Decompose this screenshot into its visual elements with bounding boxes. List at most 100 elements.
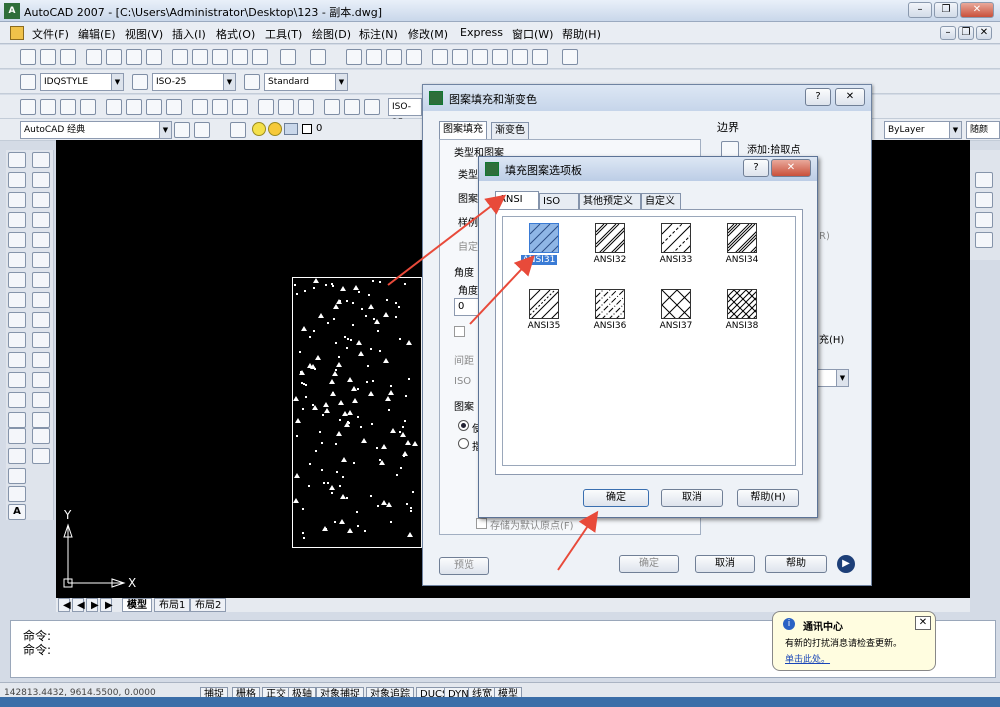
tab-layout1[interactable]: 布局1 [154, 598, 191, 612]
spline-icon[interactable] [8, 312, 26, 328]
diameter-icon[interactable] [146, 99, 162, 115]
calculator-icon[interactable] [532, 49, 548, 65]
store-default-checkbox[interactable] [476, 518, 487, 529]
tab-layout2[interactable]: 布局2 [190, 598, 227, 612]
block-editor-icon[interactable] [252, 49, 268, 65]
jogged-icon[interactable] [126, 99, 142, 115]
origin-use-radio[interactable] [458, 420, 469, 431]
array-icon[interactable] [32, 232, 50, 248]
menu-format[interactable]: 格式(O) [216, 26, 255, 42]
gradient-icon[interactable] [8, 448, 26, 464]
help-icon[interactable] [562, 49, 578, 65]
balloon-close-button[interactable]: ✕ [915, 616, 931, 630]
pattern-ansi31[interactable] [529, 223, 559, 253]
explode-icon[interactable] [32, 448, 50, 464]
make-block-icon[interactable] [8, 392, 26, 408]
pattern-ansi37[interactable] [661, 289, 691, 319]
trim-icon[interactable] [32, 332, 50, 348]
copy-object-icon[interactable] [32, 172, 50, 188]
text-style-combo[interactable]: IDQSTYLE ▼ [40, 73, 124, 91]
double-checkbox[interactable] [454, 326, 465, 337]
menu-dimension[interactable]: 标注(N) [359, 26, 398, 42]
continue-icon[interactable] [232, 99, 248, 115]
pattern-ansi35[interactable] [529, 289, 559, 319]
region-icon[interactable] [8, 468, 26, 484]
dialog-ok-button[interactable]: 确定 [619, 555, 679, 573]
dim-edit-icon[interactable] [324, 99, 340, 115]
dim-text-edit-icon[interactable] [344, 99, 360, 115]
pattern-ansi38[interactable] [727, 289, 757, 319]
send-back-icon[interactable] [975, 232, 993, 248]
plot-preview-icon[interactable] [106, 49, 122, 65]
preview-button[interactable]: 预览 [439, 557, 489, 575]
fillet-icon[interactable] [32, 428, 50, 444]
polygon-icon[interactable] [8, 212, 26, 228]
tab-model[interactable]: 模型 [122, 598, 152, 612]
leader-icon[interactable] [258, 99, 274, 115]
doc-restore-button[interactable]: ❐ [958, 26, 974, 40]
dim-style-icon[interactable] [132, 74, 148, 90]
workspace-combo[interactable]: AutoCAD 经典 ▼ [20, 121, 172, 139]
rotate-icon[interactable] [32, 272, 50, 288]
sheet-set-icon[interactable] [492, 49, 508, 65]
tab-hatch[interactable]: 图案填充 [439, 121, 487, 140]
island-combo[interactable]: ▼ [815, 369, 849, 387]
dim-style-combo[interactable]: ISO-25 ▼ [152, 73, 236, 91]
zoom-realtime-icon[interactable] [366, 49, 382, 65]
line-icon[interactable] [8, 152, 26, 168]
ellipse-arc-icon[interactable] [8, 352, 26, 368]
hatch-icon[interactable] [8, 428, 26, 444]
table-style-combo[interactable]: Standard ▼ [264, 73, 348, 91]
menu-express[interactable]: Express [460, 26, 503, 39]
quick-dim-icon[interactable] [192, 99, 208, 115]
close-button[interactable]: ✕ [960, 2, 994, 18]
palette-close-button[interactable]: ✕ [771, 159, 811, 177]
balloon-link[interactable]: 单击此处。 [785, 652, 830, 665]
new-icon[interactable] [20, 49, 36, 65]
pan-icon[interactable] [346, 49, 362, 65]
copy-icon[interactable] [192, 49, 208, 65]
help-question-button[interactable]: ? [805, 88, 831, 106]
dim-update-icon[interactable] [364, 99, 380, 115]
restore-button[interactable]: ❐ [934, 2, 958, 18]
paste-icon[interactable] [212, 49, 228, 65]
join-icon[interactable] [32, 392, 50, 408]
tab-ansi[interactable]: ANSI [495, 191, 539, 210]
tab-gradient[interactable]: 渐变色 [491, 122, 529, 139]
tool-palettes-icon[interactable] [472, 49, 488, 65]
3d-dwf-icon[interactable] [146, 49, 162, 65]
menu-window[interactable]: 窗口(W) [512, 26, 553, 42]
bulb-icon[interactable] [252, 122, 266, 136]
text-style-icon[interactable] [20, 74, 36, 90]
menu-modify[interactable]: 修改(M) [408, 26, 448, 42]
hatched-rectangle[interactable] [292, 277, 422, 548]
pattern-ansi34[interactable] [727, 223, 757, 253]
zoom-previous-icon[interactable] [406, 49, 422, 65]
dialog-close-button[interactable]: ✕ [835, 88, 865, 106]
radius-icon[interactable] [106, 99, 122, 115]
sun-icon[interactable] [268, 122, 282, 136]
workspace-settings-icon[interactable] [174, 122, 190, 138]
redo-icon[interactable] [310, 49, 326, 65]
insert-block-icon[interactable] [8, 372, 26, 388]
tab-custom[interactable]: 自定义 [641, 193, 681, 210]
ellipse-icon[interactable] [8, 332, 26, 348]
match-properties-icon[interactable] [232, 49, 248, 65]
angular-icon[interactable] [166, 99, 182, 115]
properties-icon[interactable] [432, 49, 448, 65]
bylayer-combo[interactable]: ByLayer ▼ [884, 121, 962, 139]
baseline-icon[interactable] [212, 99, 228, 115]
aligned-dim-icon[interactable] [40, 99, 56, 115]
3d-orbit-icon[interactable] [975, 172, 993, 188]
origin-specify-radio[interactable] [458, 438, 469, 449]
menu-insert[interactable]: 插入(I) [172, 26, 206, 42]
first-tab-button[interactable]: ◀ [58, 598, 71, 612]
scale-icon[interactable] [32, 292, 50, 308]
workspace-save-icon[interactable] [194, 122, 210, 138]
dim-style-combo-2[interactable]: ISO-25 [388, 98, 422, 128]
draw-order-icon[interactable] [975, 192, 993, 208]
offset-icon[interactable] [32, 212, 50, 228]
menu-help[interactable]: 帮助(H) [562, 26, 601, 42]
tab-iso[interactable]: ISO [539, 193, 579, 210]
circle-icon[interactable] [8, 272, 26, 288]
